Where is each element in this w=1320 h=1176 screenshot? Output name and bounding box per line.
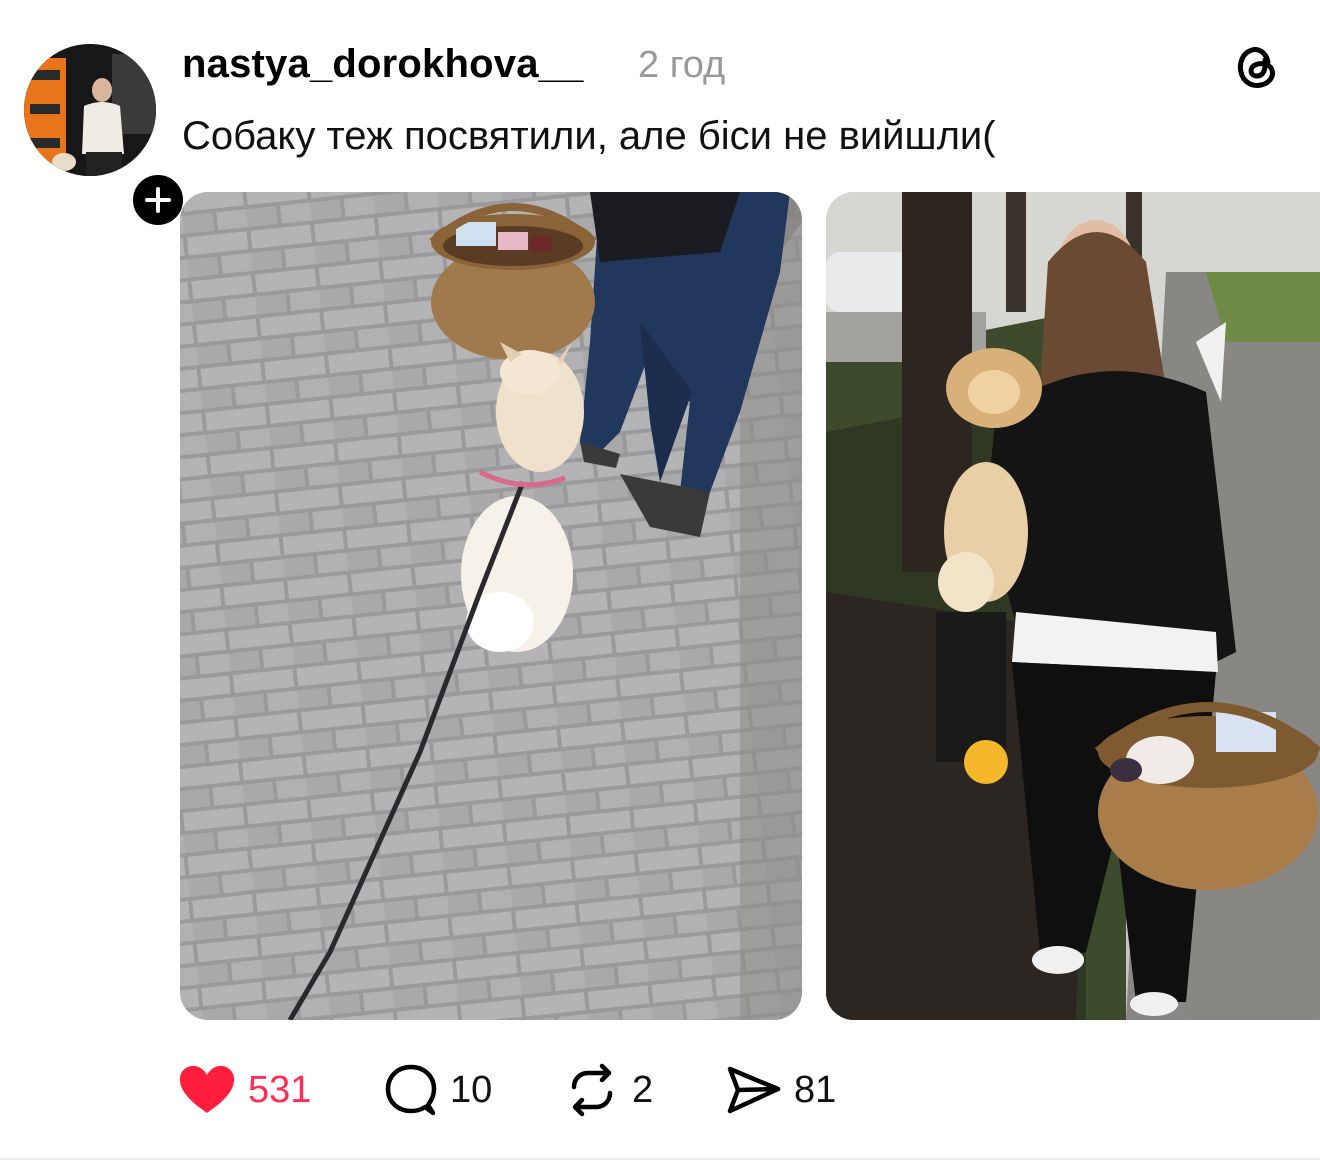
- post-timestamp[interactable]: 2 год: [638, 44, 725, 87]
- post-image-2[interactable]: [826, 192, 1320, 1020]
- repost-arrows-icon: [571, 1063, 613, 1117]
- follow-button[interactable]: [128, 170, 188, 230]
- like-count: 531: [248, 1068, 312, 1111]
- plus-icon: [145, 187, 171, 213]
- heart-icon: [179, 1065, 235, 1113]
- author-username[interactable]: nastya_dorokhova__: [182, 42, 584, 87]
- post-action-bar: 531 10 2 81: [178, 1060, 878, 1120]
- speech-bubble-icon: [385, 1064, 437, 1116]
- post-caption: Собаку теж посвятили, але біси не вийшли…: [182, 114, 996, 158]
- reply-count: 10: [450, 1068, 493, 1111]
- send-paper-plane-icon: [727, 1066, 781, 1114]
- share-button[interactable]: 81: [726, 1060, 836, 1120]
- post-divider: [0, 1158, 1320, 1160]
- author-avatar-group[interactable]: [24, 44, 188, 230]
- avatar[interactable]: [24, 44, 156, 176]
- post-image-1[interactable]: [180, 192, 802, 1020]
- threads-logo-icon[interactable]: [1230, 40, 1284, 94]
- repost-count: 2: [632, 1068, 654, 1111]
- like-button[interactable]: 531: [178, 1060, 311, 1120]
- share-count: 81: [794, 1068, 837, 1111]
- reply-button[interactable]: 10: [384, 1060, 492, 1120]
- repost-button[interactable]: 2: [564, 1060, 653, 1120]
